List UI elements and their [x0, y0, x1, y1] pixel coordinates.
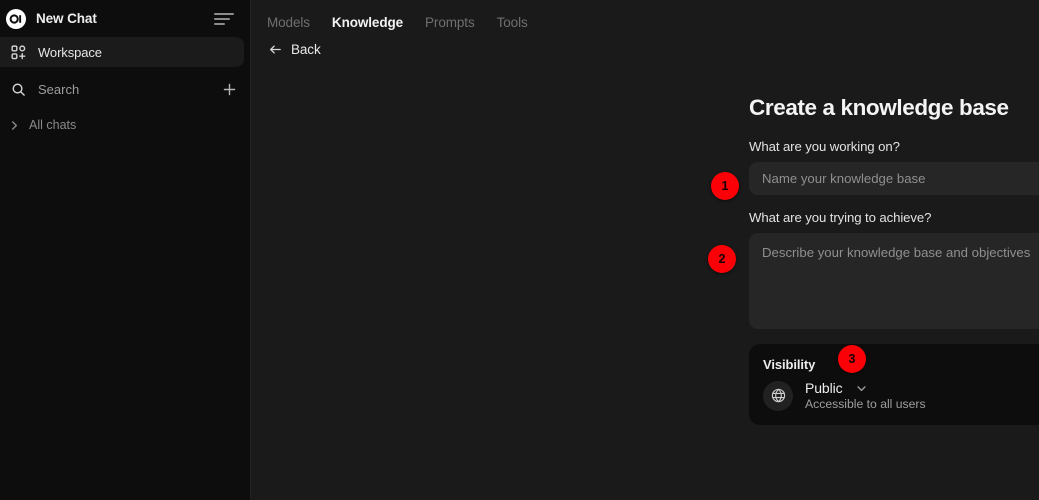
- search-icon: [10, 81, 27, 98]
- description-textarea[interactable]: Describe your knowledge base and objecti…: [749, 233, 1039, 329]
- sidebar: New Chat Workspace Search All chats: [0, 0, 251, 500]
- tab-knowledge[interactable]: Knowledge: [332, 15, 403, 30]
- sidebar-item-label: Workspace: [38, 44, 102, 60]
- chevron-right-icon: [8, 117, 21, 134]
- arrow-left-icon: [268, 42, 283, 57]
- visibility-row[interactable]: Public Accessible to all users: [763, 380, 1039, 411]
- description-placeholder: Describe your knowledge base and objecti…: [762, 245, 1031, 260]
- back-label: Back: [291, 41, 321, 57]
- form-footer: Create Knowledge: [749, 447, 1039, 479]
- visibility-panel: Visibility Public Accessible to all user…: [749, 344, 1039, 425]
- chevron-down-icon[interactable]: [855, 382, 868, 395]
- visibility-texts: Public Accessible to all users: [805, 380, 926, 411]
- hamburger-line: [214, 22, 225, 25]
- marker-badge-1: 1: [711, 172, 739, 200]
- openwebui-logo-icon: [6, 8, 26, 29]
- workspace-tabbar: Models Knowledge Prompts Tools: [251, 0, 1039, 33]
- name-field-label: What are you working on?: [749, 139, 900, 154]
- tab-prompts[interactable]: Prompts: [425, 15, 475, 30]
- visibility-value: Public: [805, 380, 843, 396]
- workspace-grid-plus-icon: [10, 44, 27, 61]
- tab-tools[interactable]: Tools: [497, 15, 528, 30]
- marker-badge-2: 2: [708, 245, 736, 273]
- plus-icon[interactable]: [220, 80, 238, 98]
- globe-icon: [763, 380, 793, 411]
- name-input[interactable]: Name your knowledge base: [749, 162, 1039, 195]
- tab-models[interactable]: Models: [267, 15, 310, 30]
- search-placeholder: Search: [38, 81, 80, 97]
- back-button[interactable]: Back: [251, 33, 1039, 61]
- main-content: Models Knowledge Prompts Tools Back Crea…: [251, 0, 1039, 500]
- create-knowledge-form: Create a knowledge base What are you wor…: [749, 95, 1039, 479]
- hamburger-icon[interactable]: [214, 12, 234, 26]
- sidebar-item-workspace[interactable]: Workspace: [0, 37, 244, 67]
- all-chats-label: All chats: [29, 118, 77, 132]
- hamburger-line: [214, 12, 234, 15]
- visibility-select[interactable]: Public: [805, 380, 926, 396]
- page-title: Create a knowledge base: [749, 95, 1009, 120]
- description-field-label: What are you trying to achieve?: [749, 210, 932, 225]
- brand[interactable]: New Chat: [6, 8, 214, 29]
- sidebar-header: New Chat: [0, 0, 250, 37]
- search-input[interactable]: Search: [0, 74, 250, 104]
- new-chat-title: New Chat: [36, 11, 97, 26]
- app-root: New Chat Workspace Search All chats Mode…: [0, 0, 1039, 500]
- marker-badge-3: 3: [838, 345, 866, 373]
- visibility-title: Visibility: [763, 357, 816, 372]
- name-input-placeholder: Name your knowledge base: [762, 171, 926, 186]
- visibility-subtitle: Accessible to all users: [805, 397, 926, 411]
- sidebar-item-all-chats[interactable]: All chats: [0, 112, 250, 138]
- hamburger-line: [214, 17, 230, 20]
